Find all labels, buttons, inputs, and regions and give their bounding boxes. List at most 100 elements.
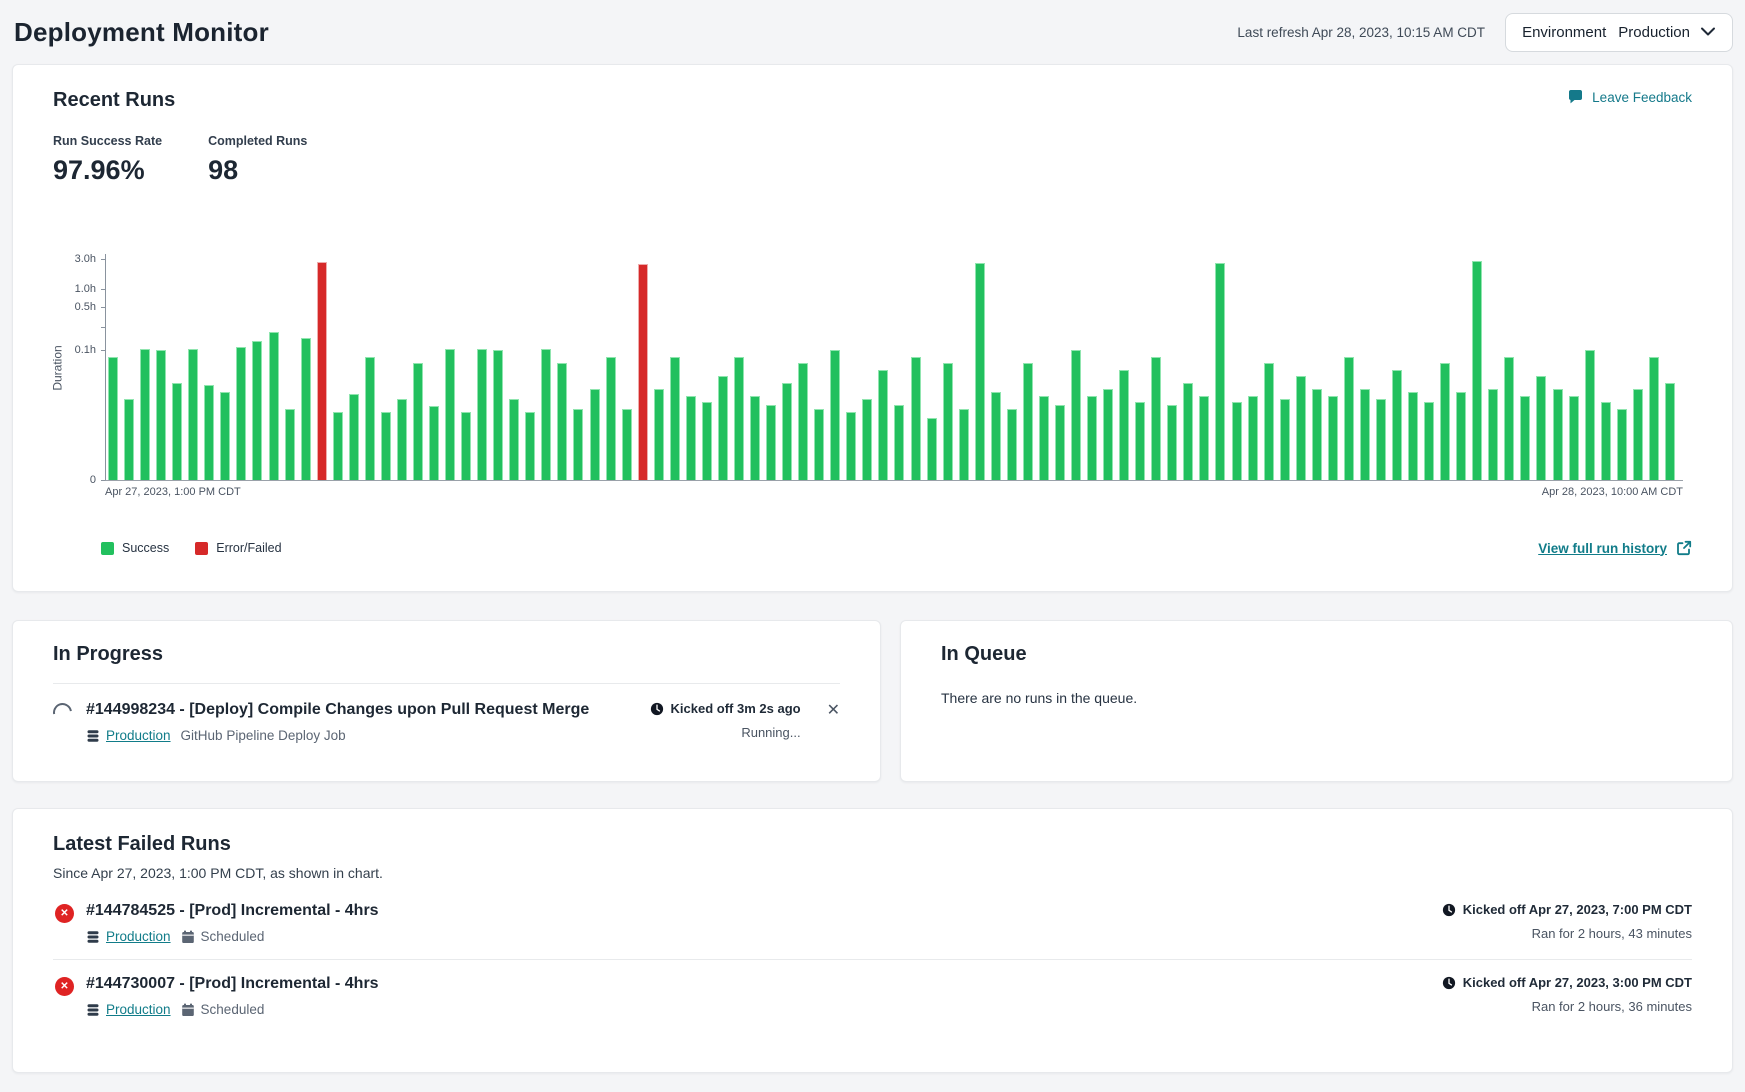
- run-bar-success[interactable]: [1520, 396, 1530, 481]
- run-bar-success[interactable]: [1055, 405, 1065, 480]
- run-bar-success[interactable]: [269, 332, 279, 480]
- run-bar-success[interactable]: [525, 412, 535, 480]
- run-bar-success[interactable]: [124, 399, 134, 480]
- run-bar-success[interactable]: [1665, 383, 1675, 481]
- run-bar-success[interactable]: [766, 405, 776, 480]
- run-bar-success[interactable]: [1440, 363, 1450, 480]
- run-bar-success[interactable]: [204, 385, 214, 480]
- run-bar-success[interactable]: [140, 349, 150, 480]
- run-bar-success[interactable]: [1424, 402, 1434, 480]
- run-bar-success[interactable]: [285, 409, 295, 481]
- in-progress-environment-link[interactable]: Production: [86, 728, 171, 743]
- run-bar-success[interactable]: [622, 409, 632, 481]
- run-bar-success[interactable]: [1312, 389, 1322, 480]
- run-bar-success[interactable]: [702, 402, 712, 480]
- run-bar-success[interactable]: [1135, 402, 1145, 480]
- run-bar-success[interactable]: [1248, 396, 1258, 481]
- run-bar-success[interactable]: [814, 409, 824, 481]
- run-bar-success[interactable]: [1536, 376, 1546, 480]
- run-bar-success[interactable]: [1408, 392, 1418, 480]
- run-bar-success[interactable]: [911, 357, 921, 481]
- run-bar-success[interactable]: [1601, 402, 1611, 480]
- run-bar-success[interactable]: [1392, 370, 1402, 481]
- run-bar-success[interactable]: [1585, 350, 1595, 480]
- run-bar-success[interactable]: [1553, 389, 1563, 480]
- run-bar-success[interactable]: [1071, 350, 1081, 480]
- run-bar-success[interactable]: [1215, 263, 1225, 480]
- run-bar-success[interactable]: [782, 383, 792, 481]
- run-bar-success[interactable]: [1569, 396, 1579, 481]
- run-bar-success[interactable]: [975, 263, 985, 480]
- run-bar-success[interactable]: [557, 363, 567, 480]
- run-bar-success[interactable]: [1504, 357, 1514, 481]
- run-bar-success[interactable]: [429, 406, 439, 480]
- run-bar-success[interactable]: [1376, 399, 1386, 480]
- run-bar-success[interactable]: [349, 394, 359, 480]
- run-bar-success[interactable]: [991, 392, 1001, 480]
- run-bar-success[interactable]: [1280, 399, 1290, 480]
- run-bar-success[interactable]: [1039, 396, 1049, 481]
- run-bar-success[interactable]: [1360, 389, 1370, 480]
- run-bar-success[interactable]: [172, 383, 182, 481]
- run-bar-success[interactable]: [686, 396, 696, 481]
- run-bar-success[interactable]: [1232, 402, 1242, 480]
- run-bar-success[interactable]: [1488, 389, 1498, 480]
- run-bar-success[interactable]: [188, 349, 198, 480]
- run-bar-success[interactable]: [236, 347, 246, 480]
- run-bar-success[interactable]: [927, 418, 937, 480]
- failed-run-environment-link[interactable]: Production: [86, 1002, 171, 1017]
- run-bar-success[interactable]: [846, 412, 856, 480]
- run-bar-success[interactable]: [413, 363, 423, 480]
- close-icon[interactable]: ✕: [827, 703, 840, 719]
- run-bar-success[interactable]: [493, 350, 503, 480]
- run-bar-success[interactable]: [1151, 357, 1161, 481]
- run-bar-success[interactable]: [606, 357, 616, 481]
- leave-feedback-link[interactable]: Leave Feedback: [1567, 89, 1692, 105]
- run-bar-success[interactable]: [1167, 405, 1177, 480]
- run-bar-success[interactable]: [397, 399, 407, 480]
- run-bar-success[interactable]: [830, 350, 840, 480]
- run-bar-success[interactable]: [734, 357, 744, 481]
- run-bar-success[interactable]: [1007, 409, 1017, 481]
- run-bar-success[interactable]: [1296, 376, 1306, 480]
- run-bar-success[interactable]: [590, 389, 600, 480]
- run-bar-success[interactable]: [1087, 396, 1097, 481]
- run-bar-success[interactable]: [461, 412, 471, 480]
- run-bar-success[interactable]: [156, 350, 166, 480]
- run-bar-success[interactable]: [654, 389, 664, 480]
- run-bar-success[interactable]: [381, 412, 391, 480]
- run-bar-success[interactable]: [1472, 261, 1482, 480]
- run-bar-success[interactable]: [365, 357, 375, 481]
- run-bar-success[interactable]: [718, 376, 728, 480]
- run-bar-success[interactable]: [108, 357, 118, 481]
- run-bar-success[interactable]: [1633, 389, 1643, 480]
- run-bar-success[interactable]: [1456, 392, 1466, 480]
- run-bar-success[interactable]: [1103, 389, 1113, 480]
- run-bar-success[interactable]: [252, 341, 262, 480]
- run-bar-success[interactable]: [1617, 409, 1627, 481]
- run-bar-success[interactable]: [878, 370, 888, 481]
- run-bar-success[interactable]: [220, 392, 230, 480]
- run-bar-success[interactable]: [333, 412, 343, 480]
- run-bar-success[interactable]: [477, 349, 487, 480]
- view-full-run-history-link[interactable]: View full run history: [1538, 540, 1692, 556]
- run-bar-failed[interactable]: [317, 262, 327, 480]
- run-bar-success[interactable]: [1264, 363, 1274, 480]
- run-bar-success[interactable]: [541, 349, 551, 480]
- run-bar-success[interactable]: [1183, 383, 1193, 481]
- run-bar-success[interactable]: [1199, 396, 1209, 481]
- run-bar-success[interactable]: [894, 405, 904, 480]
- run-bar-success[interactable]: [1344, 357, 1354, 481]
- failed-run-environment-link[interactable]: Production: [86, 929, 171, 944]
- run-bar-success[interactable]: [1023, 363, 1033, 480]
- run-bar-success[interactable]: [509, 399, 519, 480]
- run-bar-success[interactable]: [959, 409, 969, 481]
- run-bar-success[interactable]: [862, 399, 872, 480]
- run-bar-success[interactable]: [1328, 396, 1338, 481]
- run-bar-success[interactable]: [670, 357, 680, 481]
- run-bar-success[interactable]: [1119, 370, 1129, 481]
- run-bar-success[interactable]: [1649, 357, 1659, 481]
- environment-dropdown[interactable]: Environment Production: [1505, 13, 1733, 52]
- run-bar-success[interactable]: [445, 349, 455, 480]
- run-bar-success[interactable]: [573, 409, 583, 481]
